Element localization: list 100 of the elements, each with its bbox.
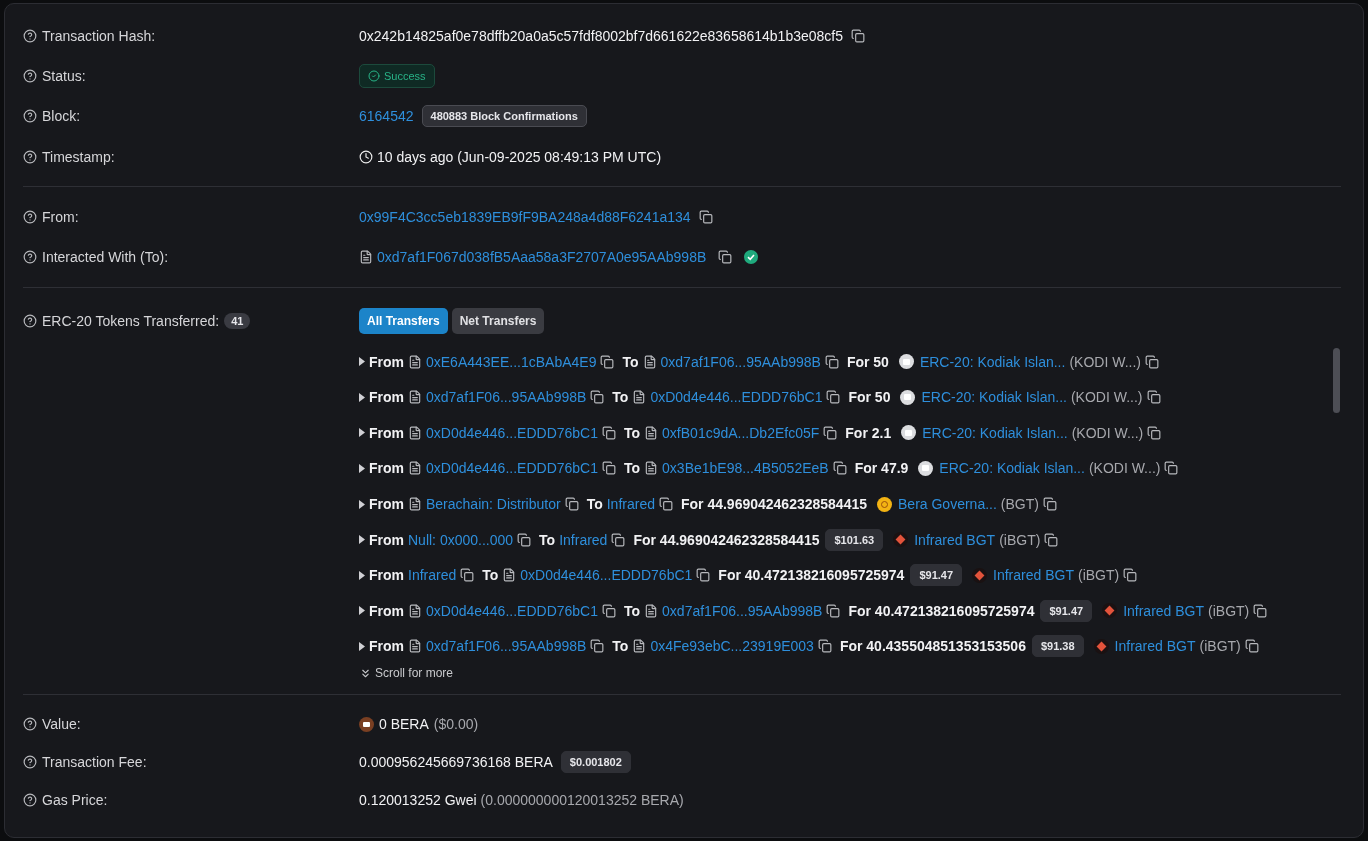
address-link[interactable]: Berachain: Distributor: [426, 496, 561, 513]
token-link[interactable]: Bera Governa...: [898, 496, 997, 513]
token-link[interactable]: ERC-20: Kodiak Islan...: [919, 353, 1066, 370]
address-link[interactable]: 0xd7af1F06...95AAb998B: [662, 602, 823, 619]
token-symbol: (iBGT): [999, 531, 1041, 548]
address-link[interactable]: 0xD0d4e446...EDDD76bC1: [426, 602, 598, 619]
help-icon: [23, 314, 37, 328]
copy-icon[interactable]: [698, 210, 713, 224]
from-label: From: [369, 638, 404, 655]
copy-icon[interactable]: [851, 29, 865, 43]
copy-icon[interactable]: [602, 425, 616, 440]
to-label: To: [624, 424, 641, 441]
copy-icon[interactable]: [832, 461, 847, 476]
token-link[interactable]: ERC-20: Kodiak Islan...: [921, 389, 1067, 406]
token-link[interactable]: Infrared BGT: [1114, 638, 1196, 655]
clock-icon: [359, 150, 373, 164]
copy-icon[interactable]: [602, 603, 616, 618]
copy-icon[interactable]: [696, 568, 711, 583]
to-label: To: [482, 567, 499, 584]
token-link[interactable]: Infrared BGT: [993, 567, 1074, 584]
help-icon: [23, 755, 37, 769]
caret-icon[interactable]: [359, 641, 365, 651]
scrollbar-thumb[interactable]: [1333, 348, 1340, 413]
field-label: Block:: [42, 108, 81, 124]
copy-icon[interactable]: [823, 425, 838, 440]
address-link[interactable]: 0xD0d4e446...EDDD76bC1: [426, 424, 598, 441]
copy-icon[interactable]: [826, 390, 841, 405]
transfers-tab[interactable]: Net Transfers: [451, 308, 545, 334]
caret-icon[interactable]: [359, 428, 365, 438]
copy-icon[interactable]: [658, 497, 673, 512]
copy-icon[interactable]: [1144, 354, 1159, 369]
copy-icon[interactable]: [1123, 568, 1138, 583]
copy-icon[interactable]: [1042, 497, 1057, 512]
address-link[interactable]: 0x99F4C3cc5eb1839EB9fF9BA248a4d88F6241a134: [359, 209, 691, 225]
scroll-hint: Scroll for more: [375, 666, 454, 680]
copy-icon[interactable]: [1244, 639, 1259, 654]
copy-icon[interactable]: [611, 532, 626, 547]
copy-icon[interactable]: [602, 461, 616, 476]
field-label: From:: [42, 209, 79, 225]
address-link[interactable]: 0x4Fe93ebC...23919E003: [650, 638, 814, 655]
caret-icon[interactable]: [359, 535, 365, 545]
address-link[interactable]: 0xD0d4e446...EDDD76bC1: [520, 567, 693, 584]
token-link[interactable]: Infrared BGT: [914, 531, 996, 548]
caret-icon[interactable]: [359, 606, 365, 616]
from-label: From: [369, 496, 404, 513]
token-symbol: (KODI W...): [1088, 460, 1161, 477]
address-link[interactable]: Infrared: [559, 531, 608, 548]
copy-icon[interactable]: [1044, 532, 1059, 547]
copy-icon[interactable]: [826, 603, 841, 618]
usd-value-badge: $0.001802: [560, 751, 631, 773]
address-link[interactable]: 0xD0d4e446...EDDD76bC1: [650, 389, 823, 406]
to-label: To: [622, 353, 639, 370]
token-link[interactable]: ERC-20: Kodiak Islan...: [922, 424, 1068, 441]
caret-icon[interactable]: [359, 570, 365, 580]
copy-icon[interactable]: [1146, 390, 1161, 405]
address-link[interactable]: Infrared: [408, 567, 457, 584]
token-symbol: (KODI W...): [1069, 353, 1141, 370]
address-link[interactable]: 0xd7af1F06...95AAb998B: [426, 389, 587, 406]
from-label: From: [369, 567, 404, 584]
copy-icon[interactable]: [564, 497, 579, 512]
copy-icon[interactable]: [590, 390, 605, 405]
address-link[interactable]: 0xE6A443EE...1cBAbA4E9: [426, 353, 597, 370]
address-link[interactable]: Infrared: [606, 496, 655, 513]
from-label: From: [369, 424, 404, 441]
copy-icon[interactable]: [590, 639, 605, 654]
address-link[interactable]: 0xD0d4e446...EDDD76bC1: [426, 460, 598, 477]
copy-icon[interactable]: [1253, 603, 1268, 618]
address-link[interactable]: 0x3Be1bE98...4B5052EeB: [662, 460, 829, 477]
transfer-amount: For 2.1: [845, 424, 892, 441]
address-link[interactable]: 0xfB01c9dA...Db2Efc05F: [662, 424, 820, 441]
address-link[interactable]: 0xd7af1F06...95AAb998B: [426, 638, 587, 655]
copy-icon[interactable]: [817, 639, 832, 654]
value-amount: 0 BERA: [379, 716, 429, 732]
count-badge: 41: [224, 313, 251, 329]
copy-icon[interactable]: [718, 250, 733, 264]
copy-icon[interactable]: [824, 354, 839, 369]
address-link[interactable]: 0xd7af1F06...95AAb998B: [660, 353, 821, 370]
to-label: To: [624, 602, 641, 619]
copy-icon[interactable]: [517, 532, 532, 547]
usd-value-badge: $91.47: [910, 564, 963, 587]
transfer-amount: For 47.9: [854, 460, 909, 477]
field-label: Gas Price:: [42, 792, 108, 808]
field-label: Transaction Fee:: [42, 754, 147, 770]
address-link[interactable]: Null: 0x000...000: [408, 531, 514, 548]
copy-icon[interactable]: [600, 354, 615, 369]
address-link[interactable]: 0xd7af1F067d038fB5Aaa58a3F2707A0e95AAb998B: [377, 249, 707, 265]
caret-icon[interactable]: [359, 463, 365, 473]
token-symbol: (KODI W...): [1070, 389, 1143, 406]
block-link[interactable]: 6164542: [359, 108, 414, 124]
copy-icon[interactable]: [460, 568, 475, 583]
caret-icon[interactable]: [359, 499, 365, 509]
transfers-tab[interactable]: All Transfers: [359, 308, 448, 334]
confirmations-badge: 480883 Block Confirmations: [421, 105, 587, 127]
caret-icon[interactable]: [359, 392, 365, 402]
token-link[interactable]: ERC-20: Kodiak Islan...: [939, 460, 1085, 477]
copy-icon[interactable]: [1164, 461, 1179, 476]
caret-icon[interactable]: [359, 357, 365, 367]
copy-icon[interactable]: [1147, 425, 1162, 440]
to-label: To: [586, 496, 603, 513]
token-link[interactable]: Infrared BGT: [1123, 602, 1205, 619]
